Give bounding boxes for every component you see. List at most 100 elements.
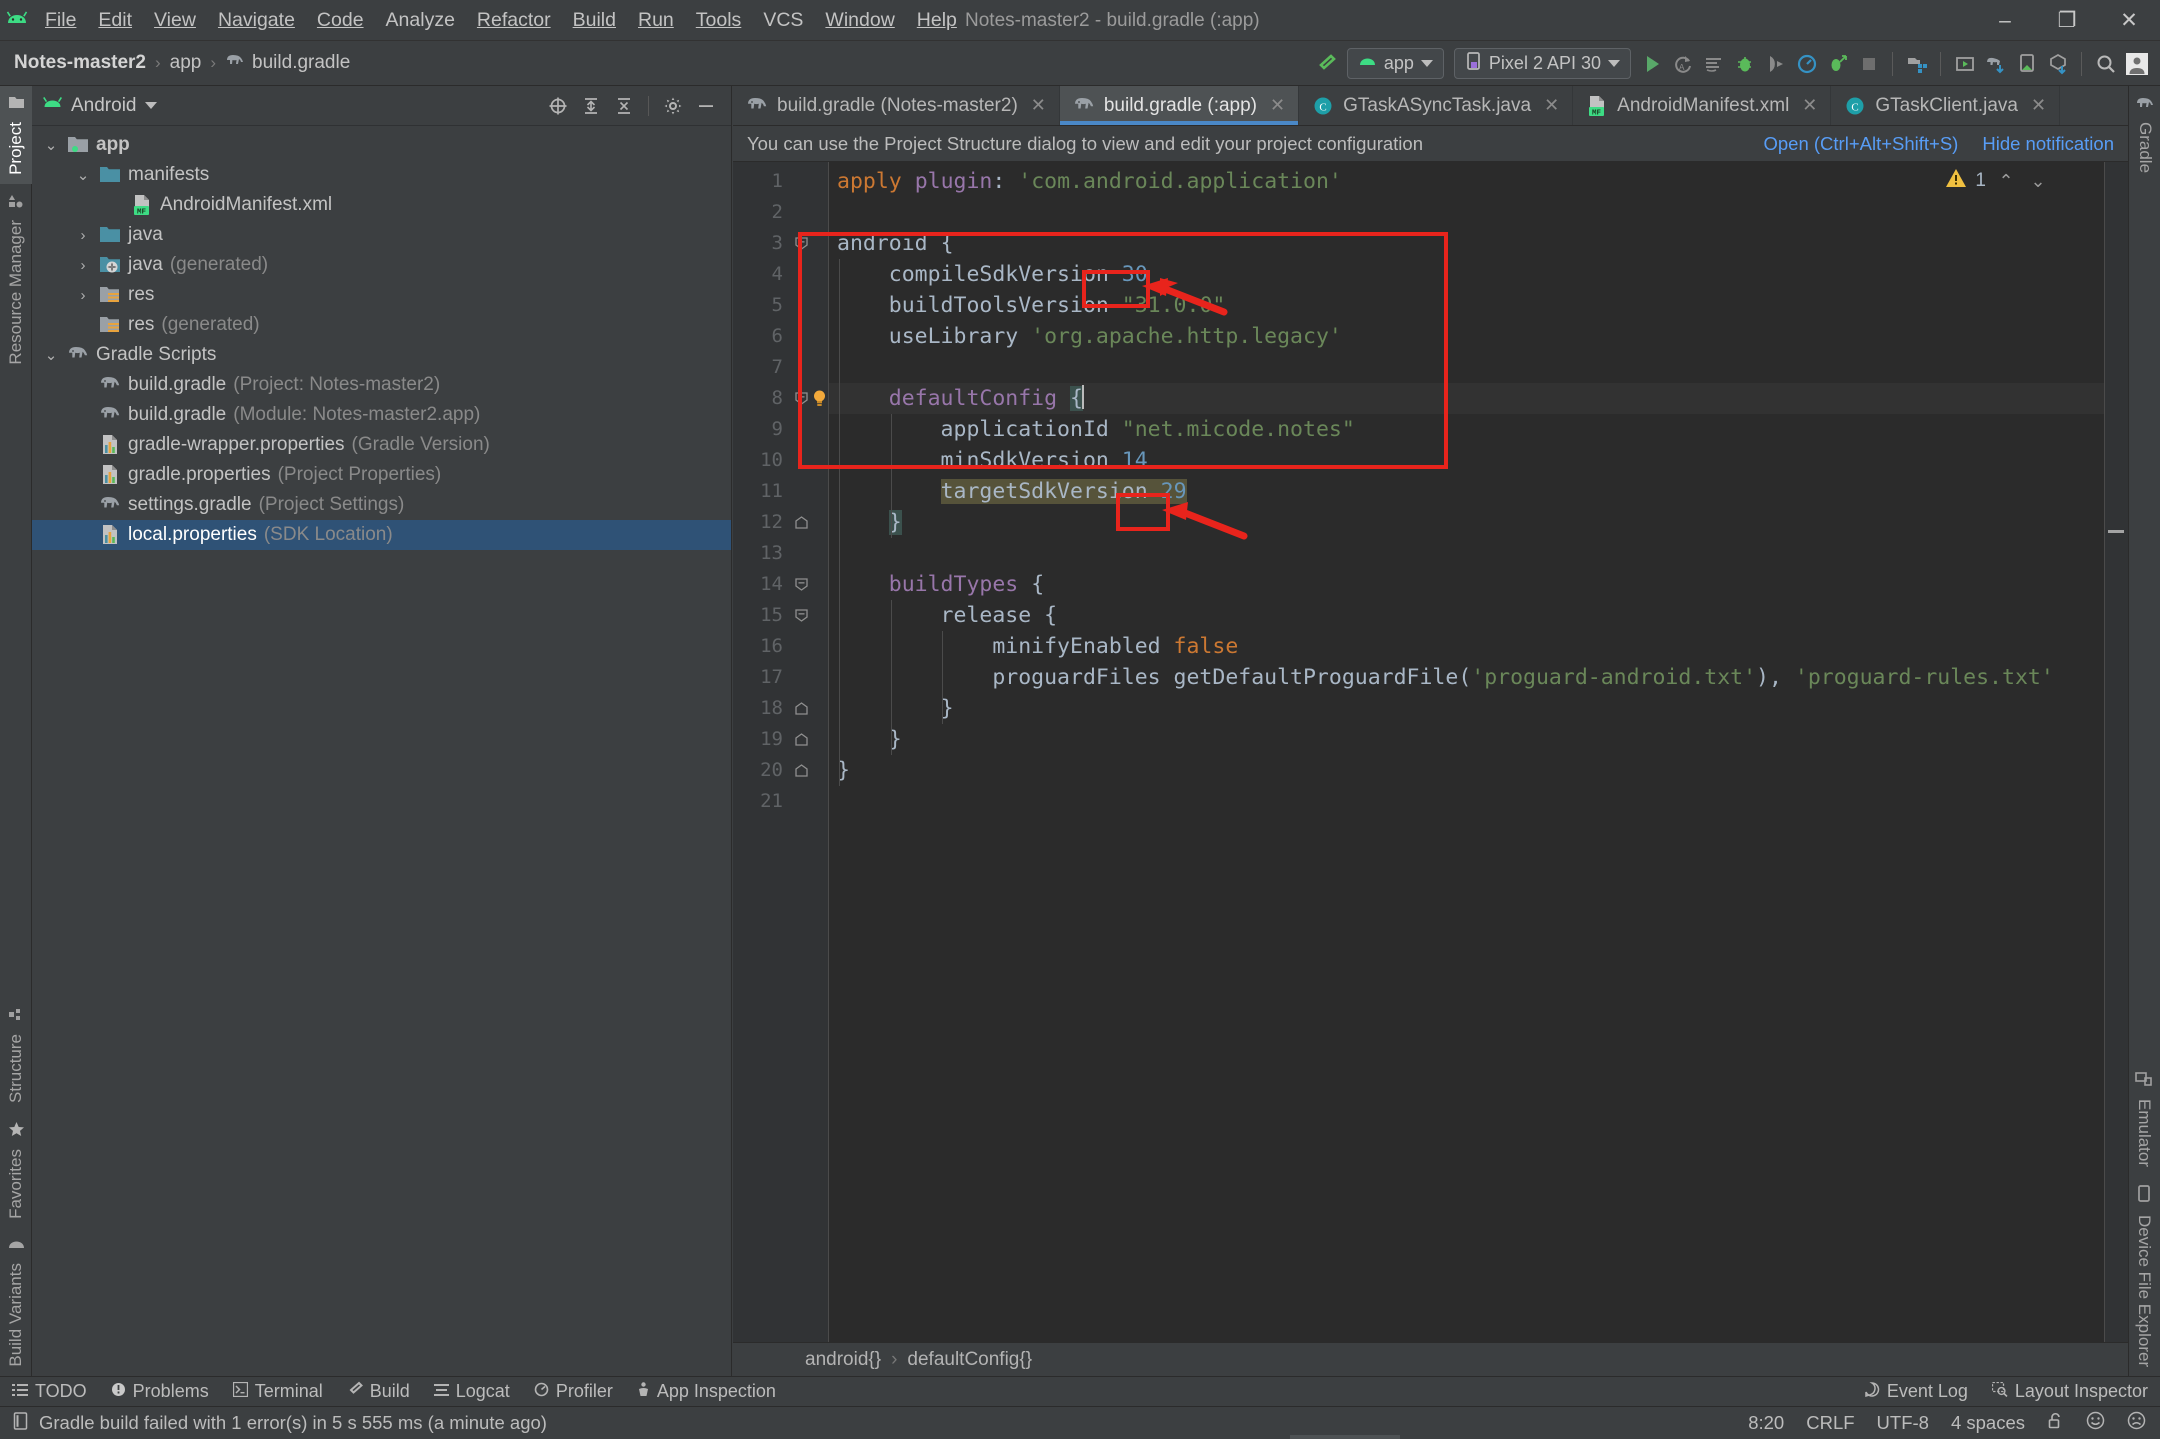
menu-view[interactable]: View <box>143 0 207 41</box>
editor-marker-rail[interactable] <box>2104 162 2128 1376</box>
code-line[interactable]: release { <box>829 600 2128 631</box>
close-icon[interactable]: ✕ <box>1270 95 1285 116</box>
code-line[interactable]: } <box>829 724 2128 755</box>
prev-warning-icon[interactable]: ⌃ <box>1994 171 2018 192</box>
tree-node-androidmanifest-xml[interactable]: · MF AndroidManifest.xml <box>32 190 731 220</box>
sidebar-item-project[interactable]: Project <box>0 86 32 184</box>
sidebar-item-resource-manager[interactable]: Resource Manager <box>0 184 32 374</box>
code-line[interactable]: defaultConfig { <box>829 383 2128 414</box>
menu-run[interactable]: Run <box>627 0 685 41</box>
code-line[interactable]: } <box>829 755 2128 786</box>
code-line[interactable]: } <box>829 507 2128 538</box>
code-line[interactable]: minSdkVersion 14 <box>829 445 2128 476</box>
chevron-right-icon[interactable]: › <box>74 227 92 244</box>
hide-notification-link[interactable]: Hide notification <box>1982 133 2114 155</box>
code-line[interactable] <box>829 352 2128 383</box>
build-hammer-icon[interactable] <box>1311 41 1342 86</box>
menu-navigate[interactable]: Navigate <box>207 0 306 41</box>
code-line[interactable]: compileSdkVersion 30 <box>829 259 2128 290</box>
user-avatar[interactable] <box>2121 41 2152 86</box>
avd-manager-icon[interactable] <box>1949 41 1980 86</box>
breadcrumb-file[interactable]: build.gradle <box>225 52 350 74</box>
chevron-right-icon[interactable]: › <box>74 287 92 304</box>
menu-window[interactable]: Window <box>814 0 905 41</box>
code-line[interactable] <box>829 786 2128 817</box>
menu-file[interactable]: File <box>34 0 87 41</box>
menu-refactor[interactable]: Refactor <box>466 0 562 41</box>
tool-button-app-inspection[interactable]: App Inspection <box>625 1377 788 1407</box>
next-warning-icon[interactable]: ⌄ <box>2026 171 2050 192</box>
editor-tab-build-gradle-app[interactable]: build.gradle (:app) ✕ <box>1059 86 1300 125</box>
collapse-all-icon[interactable] <box>609 91 639 121</box>
chevron-right-icon[interactable]: › <box>74 257 92 274</box>
breadcrumb-defaultconfig-block[interactable]: defaultConfig{} <box>907 1349 1032 1371</box>
tree-node-manifests[interactable]: ⌄ manifests <box>32 160 731 190</box>
code-line[interactable]: buildTypes { <box>829 569 2128 600</box>
menu-vcs[interactable]: VCS <box>752 0 814 41</box>
fold-marker-icon[interactable] <box>791 600 811 631</box>
breadcrumb-project[interactable]: Notes-master2 <box>14 52 146 74</box>
sdk-manager-icon[interactable] <box>1901 41 1932 86</box>
sidebar-item-device-file-explorer[interactable]: Device File Explorer <box>2128 1176 2160 1376</box>
profiler-icon[interactable] <box>1791 41 1822 86</box>
hide-panel-icon[interactable] <box>691 91 721 121</box>
run-configuration-selector[interactable]: app <box>1346 48 1444 79</box>
sad-face-icon[interactable] <box>2127 1411 2146 1435</box>
fold-marker-icon[interactable] <box>791 507 811 538</box>
breadcrumb-module[interactable]: app <box>170 52 202 74</box>
fold-marker-icon[interactable] <box>791 693 811 724</box>
code-line[interactable]: useLibrary 'org.apache.http.legacy' <box>829 321 2128 352</box>
code-line[interactable]: minifyEnabled false <box>829 631 2128 662</box>
code-line[interactable]: } <box>829 693 2128 724</box>
chevron-down-icon[interactable]: ⌄ <box>42 136 60 154</box>
sync-gradle-icon[interactable] <box>1980 41 2011 86</box>
fold-marker-icon[interactable] <box>791 228 811 259</box>
build-apk-icon[interactable] <box>2042 41 2073 86</box>
menu-tools[interactable]: Tools <box>685 0 753 41</box>
file-encoding[interactable]: UTF-8 <box>1877 1412 1929 1434</box>
apply-code-changes-icon[interactable] <box>1698 41 1729 86</box>
maximize-button[interactable]: ❐ <box>2036 0 2098 41</box>
fold-marker-icon[interactable] <box>791 383 811 414</box>
expand-all-icon[interactable] <box>576 91 606 121</box>
unlocked-icon[interactable] <box>2047 1412 2064 1435</box>
breadcrumb-android-block[interactable]: android{} <box>805 1349 881 1371</box>
code-line[interactable] <box>829 197 2128 228</box>
code-line[interactable]: buildToolsVersion "31.0.0" <box>829 290 2128 321</box>
stop-button[interactable] <box>1853 41 1884 86</box>
caret-position[interactable]: 8:20 <box>1748 1412 1784 1434</box>
close-icon[interactable]: ✕ <box>1802 95 1817 116</box>
menu-code[interactable]: Code <box>306 0 375 41</box>
tree-node-java[interactable]: › java (generated) <box>32 250 731 280</box>
attach-debugger-icon[interactable] <box>1760 41 1791 86</box>
indent-setting[interactable]: 4 spaces <box>1951 1412 2025 1434</box>
fold-marker-icon[interactable] <box>791 724 811 755</box>
apply-changes-icon[interactable]: A <box>1667 41 1698 86</box>
select-opened-file-icon[interactable] <box>543 91 573 121</box>
tree-node-gradle-wrapper-properties[interactable]: · gradle-wrapper.properties (Gradle Versio… <box>32 430 731 460</box>
layout-inspector-toolbar-icon[interactable] <box>2011 41 2042 86</box>
code-line[interactable] <box>829 538 2128 569</box>
happy-face-icon[interactable] <box>2086 1411 2105 1435</box>
tool-button-logcat[interactable]: Logcat <box>422 1377 522 1407</box>
tree-node-app[interactable]: ⌄ app <box>32 130 731 160</box>
sidebar-item-emulator[interactable]: Emulator <box>2128 1062 2160 1176</box>
close-icon[interactable]: ✕ <box>1031 95 1046 116</box>
gear-icon[interactable] <box>658 91 688 121</box>
run-button[interactable] <box>1636 41 1667 86</box>
tree-node-build-gradle[interactable]: · build.gradle (Module: Notes-master2.app) <box>32 400 731 430</box>
menu-edit[interactable]: Edit <box>87 0 143 41</box>
menu-analyze[interactable]: Analyze <box>375 0 466 41</box>
menu-build[interactable]: Build <box>562 0 627 41</box>
editor-tab-gtaskasynctask-java[interactable]: C GTaskASyncTask.java ✕ <box>1299 86 1574 125</box>
sidebar-item-gradle[interactable]: Gradle <box>2129 86 2160 182</box>
tool-button-problems[interactable]: Problems <box>99 1377 221 1407</box>
tree-node-gradle-properties[interactable]: · gradle.properties (Project Properties) <box>32 460 731 490</box>
run-with-coverage-icon[interactable] <box>1822 41 1853 86</box>
code-content[interactable]: apply plugin: 'com.android.application' a… <box>829 162 2128 1376</box>
code-editor[interactable]: 1 2 3 4 5 6 7 8 9 10 11 12 13 14 15 16 17 18 19 20 21 apply … <box>733 162 2128 1376</box>
project-view-selector[interactable]: Android <box>42 95 157 117</box>
tool-button-build[interactable]: Build <box>335 1377 422 1407</box>
tree-node-java[interactable]: › java <box>32 220 731 250</box>
editor-tab-gtaskclient-java[interactable]: C GTaskClient.java ✕ <box>1831 86 2061 125</box>
